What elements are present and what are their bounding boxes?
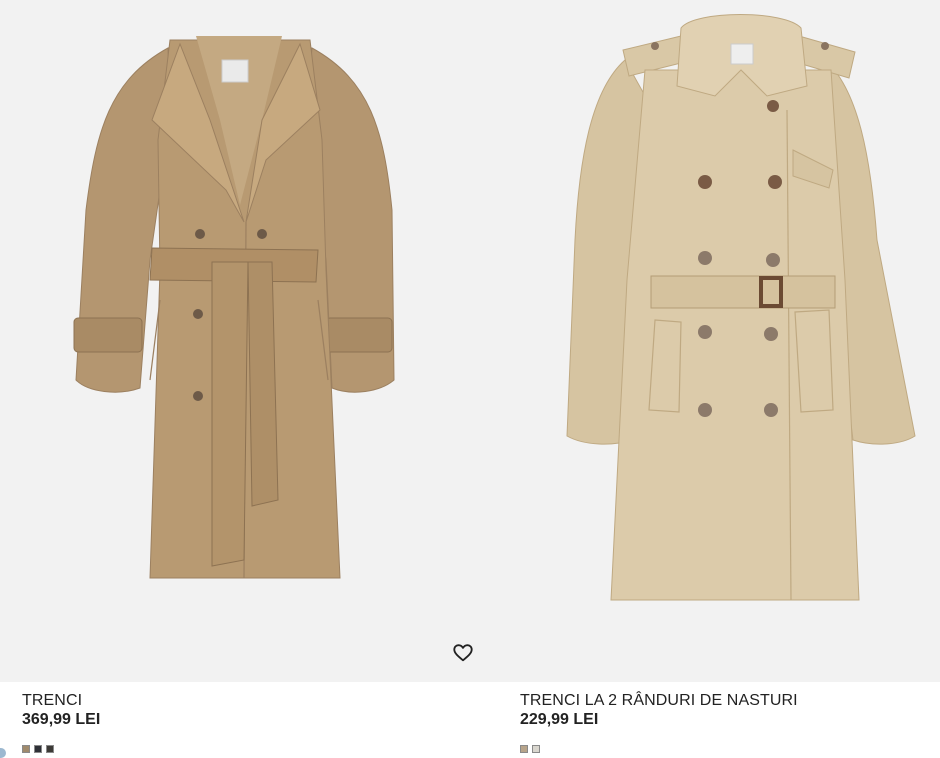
product-price: 229,99 LEI xyxy=(520,711,599,728)
color-swatch[interactable] xyxy=(22,745,30,753)
product-info-2: TRENCI LA 2 RÂNDURI DE NASTURI 229,99 LE… xyxy=(520,692,798,730)
product-name[interactable]: TRENCI LA 2 RÂNDURI DE NASTURI xyxy=(520,692,798,710)
color-swatch[interactable] xyxy=(520,745,528,753)
color-swatches xyxy=(520,745,540,753)
product-image-area xyxy=(0,0,940,682)
color-swatch[interactable] xyxy=(532,745,540,753)
product-image-trenci[interactable] xyxy=(0,0,495,682)
color-swatches xyxy=(22,745,54,753)
product-info-1: TRENCI 369,99 LEI xyxy=(22,692,100,730)
product-price: 369,99 LEI xyxy=(22,711,101,728)
color-swatch[interactable] xyxy=(46,745,54,753)
product-image-trenci-2-randuri[interactable] xyxy=(495,0,940,682)
product-name[interactable]: TRENCI xyxy=(22,692,100,710)
double-breasted-trench-coat-image xyxy=(566,14,916,601)
heart-outline-icon[interactable] xyxy=(452,642,474,664)
scroll-indicator xyxy=(0,748,6,758)
trench-coat-belted-image xyxy=(73,36,395,579)
color-swatch[interactable] xyxy=(34,745,42,753)
